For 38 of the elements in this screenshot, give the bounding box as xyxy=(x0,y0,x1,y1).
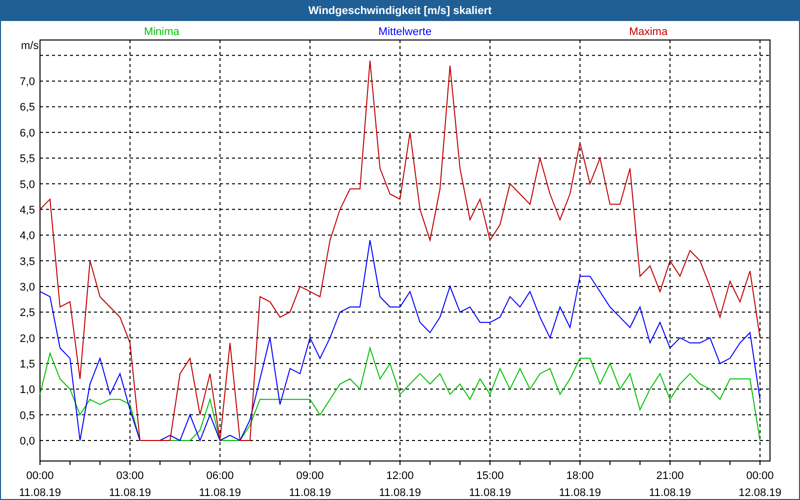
x-tick-date: 11.08.19 xyxy=(379,487,421,499)
y-tick-label: 5,0 xyxy=(20,178,35,191)
y-tick-label: 7,0 xyxy=(20,76,35,88)
y-tick-label: 0,5 xyxy=(20,410,35,422)
x-tick-date: 12.08.19 xyxy=(738,487,782,499)
window-title: Windgeschwindigkeit [m/s] skaliert xyxy=(1,1,799,21)
legend-label: Mittelwerte xyxy=(378,26,432,38)
x-tick-date: 11.08.19 xyxy=(469,487,511,499)
x-tick-date: 11.08.19 xyxy=(649,487,691,499)
x-tick-date: 11.08.19 xyxy=(199,487,241,499)
y-tick-label: 3,5 xyxy=(20,256,35,268)
y-tick-label: 0,0 xyxy=(20,435,35,448)
y-tick-label: 2,5 xyxy=(20,307,35,320)
x-tick-label: 12:00 xyxy=(386,470,414,482)
x-tick-label: 06:00 xyxy=(206,470,234,482)
x-tick-date: 11.08.19 xyxy=(19,487,61,499)
legend-label: Minima xyxy=(144,26,180,38)
x-tick-date: 11.08.19 xyxy=(109,487,151,499)
x-tick-label: 03:00 xyxy=(116,470,144,482)
y-tick-label: 2,0 xyxy=(20,332,35,345)
y-tick-label: 4,0 xyxy=(20,230,35,242)
y-tick-label: 3,0 xyxy=(20,281,35,294)
y-tick-label: 5,5 xyxy=(20,153,35,166)
x-tick-label: 15:00 xyxy=(476,470,504,482)
axis-unit-label: m/s xyxy=(21,40,39,52)
x-tick-label: 00:00 xyxy=(746,470,774,482)
x-tick-date: 11.08.19 xyxy=(559,487,601,499)
legend-label: Maxima xyxy=(629,26,668,38)
y-tick-label: 1,5 xyxy=(20,358,35,370)
x-tick-label: 09:00 xyxy=(296,470,324,482)
y-tick-label: 6,0 xyxy=(20,127,35,140)
x-tick-label: 18:00 xyxy=(566,470,594,482)
y-tick-label: 6,5 xyxy=(20,102,35,114)
y-tick-label: 1,0 xyxy=(20,384,35,396)
y-tick-label: 4,5 xyxy=(20,204,35,216)
x-tick-date: 11.08.19 xyxy=(289,487,331,499)
x-tick-label: 00:00 xyxy=(26,470,54,482)
x-tick-label: 21:00 xyxy=(656,470,684,482)
